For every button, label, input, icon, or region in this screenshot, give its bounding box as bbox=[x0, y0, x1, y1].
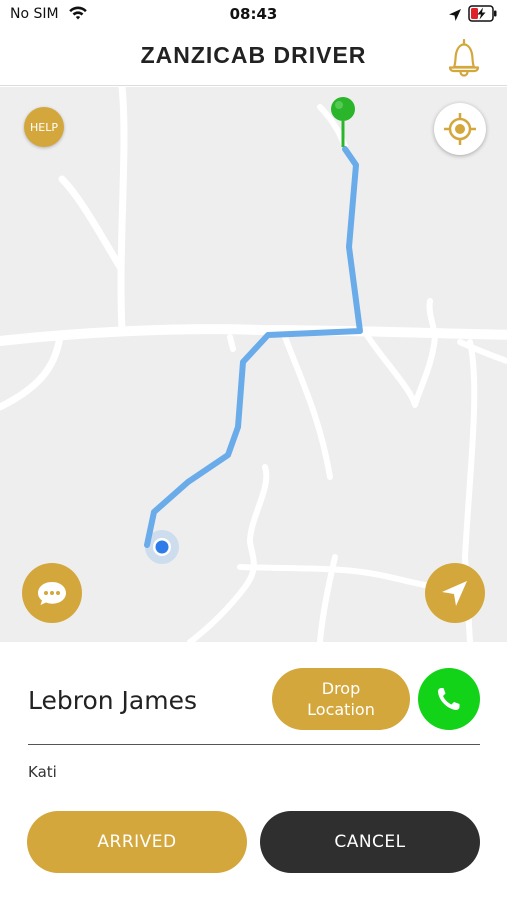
location-arrow-icon bbox=[448, 7, 462, 26]
current-location-dot-icon bbox=[145, 530, 179, 564]
drop-location-button[interactable]: Drop Location bbox=[272, 668, 410, 730]
status-time: 08:43 bbox=[229, 5, 278, 23]
bell-icon bbox=[448, 38, 480, 77]
battery-charging-icon bbox=[468, 5, 498, 26]
trip-panel: Lebron James Drop Location Kati ARRIVED … bbox=[0, 642, 507, 900]
app-header: ZANZICAB DRIVER bbox=[0, 30, 507, 86]
page-title: ZANZICAB DRIVER bbox=[140, 42, 367, 68]
divider bbox=[28, 744, 480, 745]
route-line bbox=[144, 146, 363, 548]
pickup-location: Kati bbox=[28, 763, 57, 781]
cancel-button[interactable]: CANCEL bbox=[260, 811, 480, 873]
locate-me-icon bbox=[444, 113, 476, 145]
navigate-button[interactable] bbox=[425, 563, 485, 623]
locate-me-button[interactable] bbox=[434, 103, 486, 155]
passenger-name: Lebron James bbox=[28, 686, 198, 715]
chat-button[interactable] bbox=[22, 563, 82, 623]
map-roads bbox=[0, 87, 507, 642]
help-button[interactable]: HELP bbox=[24, 107, 64, 147]
phone-icon bbox=[438, 688, 460, 710]
arrived-button[interactable]: ARRIVED bbox=[27, 811, 247, 873]
navigate-arrow-icon bbox=[442, 581, 467, 606]
route-map[interactable]: HELP bbox=[0, 87, 507, 642]
call-button[interactable] bbox=[418, 668, 480, 730]
chat-bubble-icon bbox=[38, 582, 66, 605]
status-bar: No SIM 08:43 bbox=[0, 0, 507, 30]
notifications-button[interactable] bbox=[440, 34, 488, 82]
